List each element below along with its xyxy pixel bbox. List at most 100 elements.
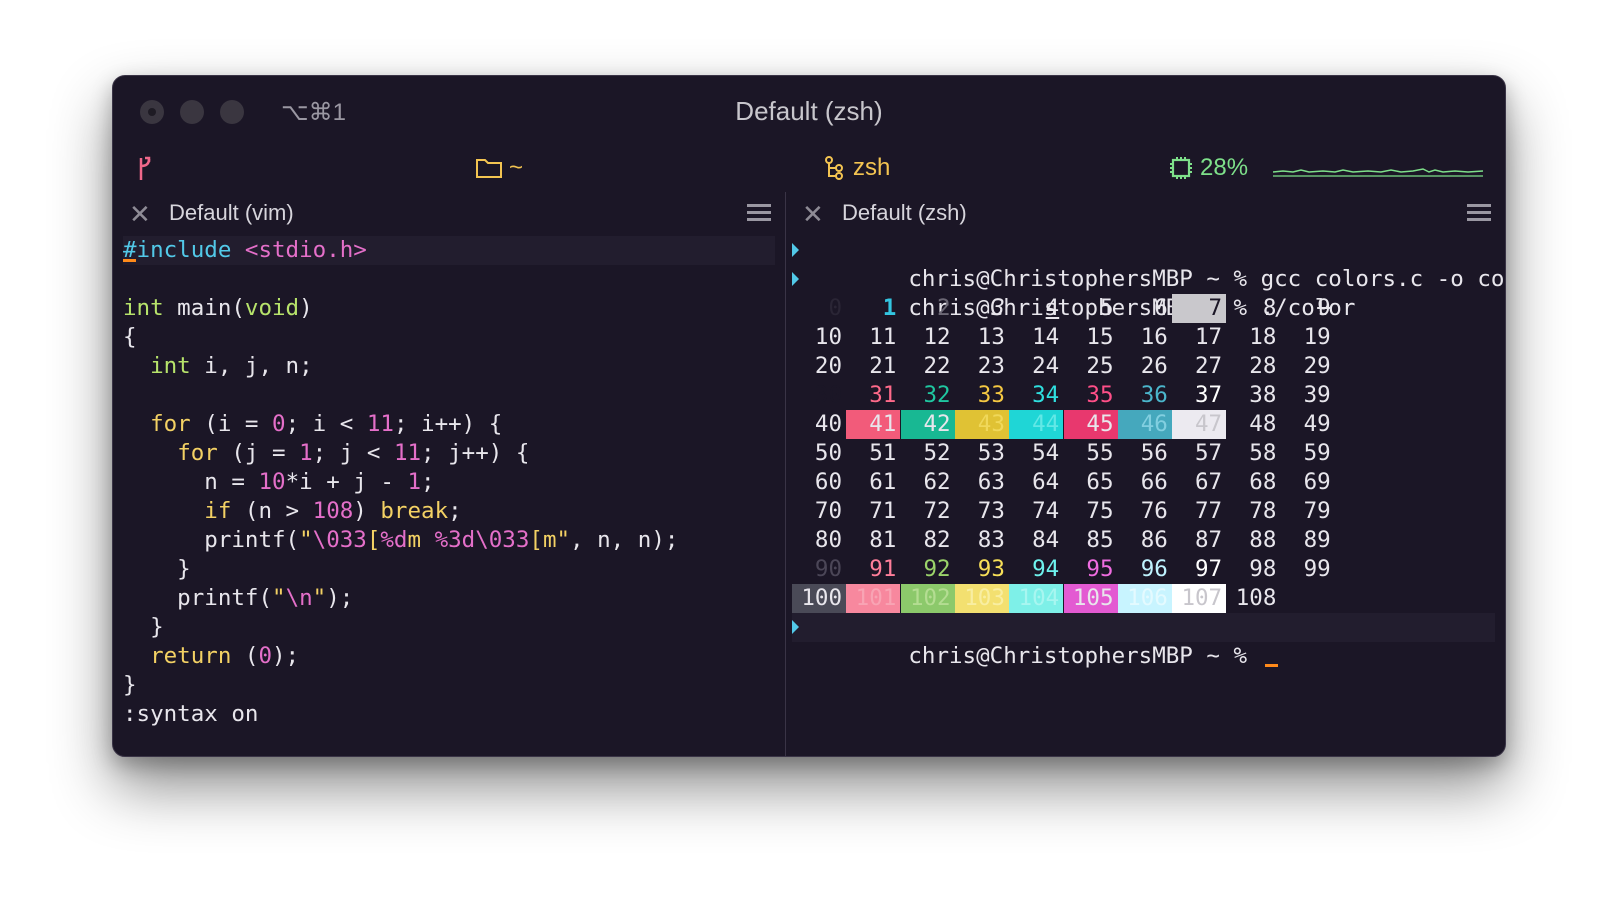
color-cell: 9: [1317, 295, 1331, 321]
color-cell: 57: [1195, 440, 1223, 466]
color-cell: 73: [977, 498, 1005, 524]
color-cell: 66: [1140, 469, 1168, 495]
code-line: n = 10*i + j - 1;: [123, 468, 775, 497]
color-cell: 58: [1249, 440, 1277, 466]
code-token: int: [123, 295, 164, 321]
code-token: n =: [123, 469, 259, 495]
color-cell: 79: [1303, 498, 1331, 524]
color-cell: 54: [1032, 440, 1060, 466]
color-cell: 20: [814, 353, 842, 379]
code-token: 0: [258, 643, 273, 669]
color-cell: 103: [954, 584, 1009, 613]
color-cell: 30: [814, 382, 842, 408]
window-title: Default (zsh): [735, 96, 883, 126]
code-token: (i =: [190, 411, 273, 437]
color-cell: 59: [1303, 440, 1331, 466]
color-cell: 89: [1303, 527, 1331, 553]
color-cell: 74: [1032, 498, 1060, 524]
color-cell: 71: [869, 498, 897, 524]
code-token: \n: [285, 585, 313, 611]
code-line: int main(void): [123, 294, 775, 323]
color-cell: 21: [869, 353, 897, 379]
color-cell: 10: [814, 324, 842, 350]
color-cell: 97: [1195, 556, 1223, 582]
color-cell: 107: [1172, 584, 1227, 613]
pane-title: Default (zsh): [842, 200, 967, 225]
cpu-percent: 28%: [1200, 154, 1249, 181]
code-token: (n >: [231, 498, 313, 524]
code-token: , n, n);: [570, 527, 679, 553]
color-cell: 95: [1086, 556, 1114, 582]
code-token: m: [407, 527, 435, 553]
color-cell: 47: [1172, 410, 1227, 439]
color-cell: 87: [1195, 527, 1223, 553]
code-token: if: [204, 498, 232, 524]
color-cell: 14: [1032, 324, 1060, 350]
color-cell: 60: [814, 469, 842, 495]
color-cell: 16: [1140, 324, 1168, 350]
vim-pane[interactable]: ✕ Default (vim) #include <stdio.h> int m…: [113, 192, 786, 756]
code-line: {: [123, 323, 775, 352]
color-cell: 34: [1032, 382, 1060, 408]
color-cell: 42: [900, 410, 955, 439]
pane-header: ✕ Default (zsh): [786, 192, 1505, 236]
cwd-indicator[interactable]: ~: [475, 154, 523, 182]
color-cell: 62: [923, 469, 951, 495]
pane-menu-icon[interactable]: [1467, 204, 1491, 224]
close-pane-icon[interactable]: ✕: [129, 201, 151, 227]
color-cell: 105: [1063, 584, 1118, 613]
cpu-indicator[interactable]: 28%: [1168, 154, 1248, 182]
prompt-line: chris@ChristophersMBP ~ % ./color: [792, 265, 1495, 321]
code-token: 11: [366, 411, 394, 437]
color-cell: 50: [814, 440, 842, 466]
color-cell: 31: [869, 382, 897, 408]
code-token: ; i <: [285, 411, 367, 437]
code-line: :syntax on: [123, 700, 775, 729]
code-line: }: [123, 671, 775, 700]
pane-title: Default (vim): [169, 200, 294, 225]
code-token: %d: [380, 527, 408, 553]
code-token: break: [380, 498, 449, 524]
terminal-output[interactable]: chris@ChristophersMBP ~ % gcc colors.c -…: [792, 236, 1505, 669]
code-token: {: [123, 324, 137, 350]
color-cell: 23: [977, 353, 1005, 379]
code-token: }: [123, 672, 137, 698]
zsh-pane[interactable]: ✕ Default (zsh) chris@ChristophersMBP ~ …: [786, 192, 1505, 756]
color-cell: 96: [1140, 556, 1168, 582]
color-cell: 100: [792, 584, 846, 613]
color-cell: 38: [1249, 382, 1277, 408]
color-cell: 15: [1086, 324, 1114, 350]
code-token: [: [366, 527, 381, 553]
color-cell: 41: [846, 410, 901, 439]
color-cell: 67: [1195, 469, 1223, 495]
code-token: \033: [475, 527, 530, 553]
code-token: <stdio.h>: [231, 237, 367, 263]
color-cell: 43: [954, 410, 1009, 439]
code-token: int: [150, 353, 191, 379]
color-cell: 75: [1086, 498, 1114, 524]
active-prompt-line[interactable]: chris@ChristophersMBP ~ %: [792, 613, 1495, 669]
code-token: ": [299, 527, 313, 553]
color-cell: 63: [977, 469, 1005, 495]
close-pane-icon[interactable]: ✕: [802, 201, 824, 227]
pane-menu-icon[interactable]: [747, 204, 771, 224]
code-line: printf("\n");: [123, 584, 775, 613]
color-cell: 80: [814, 527, 842, 553]
color-cell: 27: [1195, 353, 1223, 379]
color-cell: 106: [1117, 584, 1172, 613]
color-cell: 92: [923, 556, 951, 582]
pane-header: ✕ Default (vim): [113, 192, 785, 236]
code-line: if (n > 108) break;: [123, 497, 775, 526]
cpu-chip-icon: [1170, 157, 1192, 179]
code-token: (j =: [217, 440, 300, 466]
terminal-window: ⌥⌘1 Default (zsh) ~ zsh 28% ✕ Default (v…: [112, 75, 1506, 757]
code-editor[interactable]: #include <stdio.h> int main(void){ int i…: [123, 236, 775, 729]
color-cell: 102: [900, 584, 955, 613]
color-cell: 64: [1032, 469, 1060, 495]
code-token: #include: [123, 237, 232, 263]
code-token: ): [299, 295, 313, 321]
color-cell: 83: [977, 527, 1005, 553]
shell-indicator[interactable]: zsh: [823, 154, 890, 182]
